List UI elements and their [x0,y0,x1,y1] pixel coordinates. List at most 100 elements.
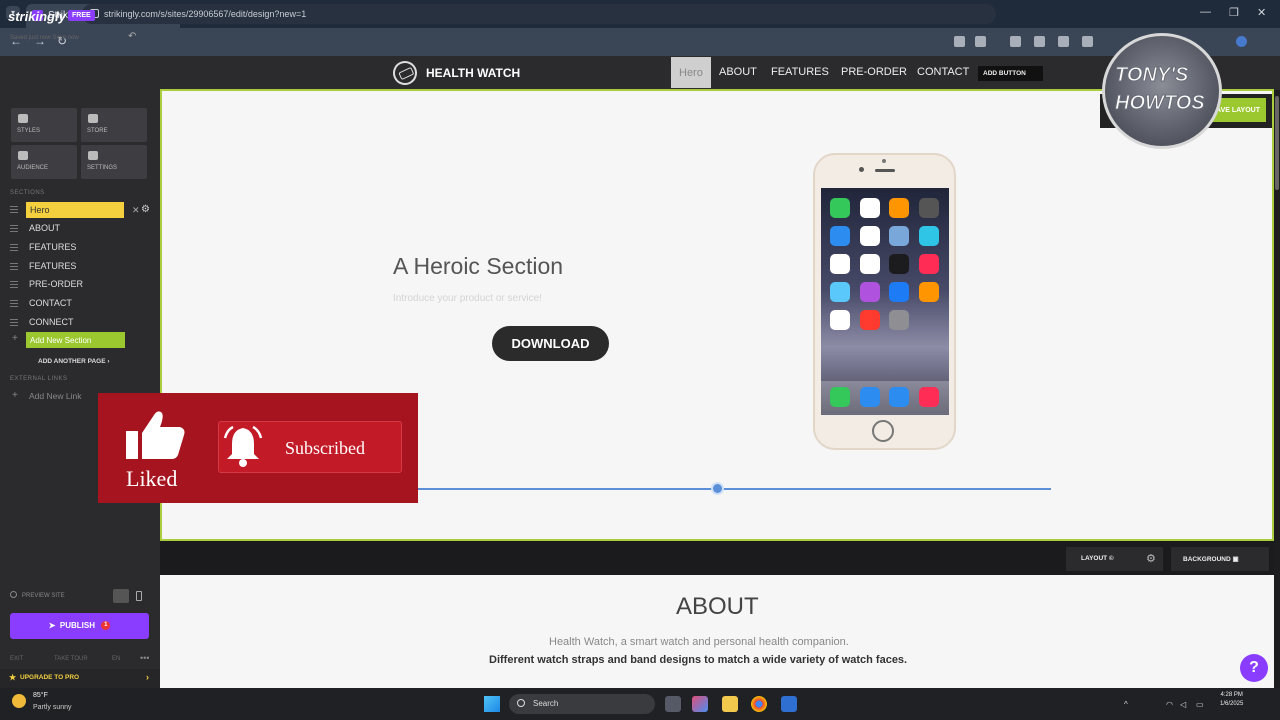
task-view-icon[interactable] [665,696,681,712]
drag-handle-icon[interactable] [10,319,18,326]
upgrade-to-pro-button[interactable]: ★ UPGRADE TO PRO › [0,669,160,688]
collapse-sidebar-icon[interactable]: ‹ [148,10,151,21]
volume-icon[interactable]: ◁ [1180,700,1186,709]
url-text: strikingly.com/s/sites/29906567/edit/des… [104,9,307,19]
clock-app-icon [859,226,880,246]
close-window-icon[interactable]: ✕ [1257,6,1266,19]
address-bar[interactable]: strikingly.com/s/sites/29906567/edit/des… [82,4,996,24]
exit-link[interactable]: EXIT [10,656,23,662]
extension-diamond-icon[interactable] [1082,36,1093,47]
publish-button[interactable]: ➤ PUBLISH 1 [10,613,149,639]
add-page-label: ADD ANOTHER PAGE [38,358,106,365]
calendar-app-icon [859,198,880,218]
tray-chevron-icon[interactable]: ^ [1124,700,1128,709]
external-links-label: EXTERNAL LINKS [10,376,68,382]
add-new-link-button[interactable]: Add New Link [29,391,81,401]
drag-handle-icon[interactable] [10,300,18,307]
section-item-features[interactable]: FEATURES [10,240,150,256]
desktop-view-icon[interactable] [113,589,129,603]
settings-tile[interactable]: SETTINGS [81,145,147,179]
hero-height-slider-track[interactable] [418,488,1051,490]
strikingly-logo: strikingly [8,9,66,24]
file-explorer-icon[interactable] [722,696,738,712]
hero-title[interactable]: A Heroic Section [393,253,563,280]
section-item-pre-order[interactable]: PRE-ORDER [10,277,150,293]
drag-handle-icon[interactable] [10,281,18,288]
about-description[interactable]: Health Watch, a smart watch and personal… [549,636,849,648]
profile-avatar[interactable] [1236,36,1247,47]
section-settings-icon[interactable]: ⚙ [141,204,150,215]
download-button[interactable]: DOWNLOAD [492,326,609,361]
search-label: Search [533,699,559,708]
battery-icon[interactable]: ▭ [1196,700,1204,709]
section-item-features-2[interactable]: FEATURES [10,259,150,275]
maximize-icon[interactable]: ❐ [1229,6,1239,19]
weather-icon[interactable] [12,694,26,708]
add-nav-button[interactable]: ADD BUTTON [978,66,1043,81]
nav-link-hero[interactable]: Hero [671,57,711,88]
nav-link-about[interactable]: ABOUT [719,66,757,78]
section-item-contact[interactable]: CONTACT [10,296,150,312]
styles-tile[interactable]: STYLES [11,108,77,142]
clock-date: 1/6/2025 [1220,701,1244,707]
subscribed-label: Subscribed [285,438,365,458]
background-button[interactable]: BACKGROUND ▣ [1171,547,1269,571]
bell-icon [223,425,263,467]
hero-height-slider-handle[interactable] [711,482,724,495]
layout-settings-icon[interactable]: ⚙ [1146,552,1156,565]
nav-link-features[interactable]: FEATURES [771,66,829,78]
newsstand-app-icon [830,282,850,302]
help-button[interactable]: ? [1240,654,1268,682]
extension-shield-icon[interactable] [1010,36,1021,47]
minimize-icon[interactable]: — [1200,6,1211,18]
take-tour-link[interactable]: TAKE TOUR [54,656,88,662]
eye-off-icon[interactable] [954,36,965,47]
nav-link-contact[interactable]: CONTACT [917,66,969,78]
save-status[interactable]: Saved just now Save now [10,35,79,41]
extension-dot-icon[interactable] [1034,36,1045,47]
site-brand-name[interactable]: HEALTH WATCH [426,66,520,80]
weather-temperature[interactable]: 85°F [33,692,48,699]
drag-handle-icon[interactable] [10,206,18,213]
section-item-hero[interactable]: Hero [10,202,150,218]
add-new-section-button[interactable]: Add New Section [26,332,125,348]
taskbar-search[interactable]: Search [509,694,655,714]
section-item-connect[interactable]: CONNECT [10,315,150,331]
language-link[interactable]: EN [112,656,120,662]
upgrade-label: UPGRADE TO PRO [20,674,80,681]
more-icon[interactable]: ••• [140,653,149,663]
background-label: BACKGROUND [1183,556,1231,563]
bookmark-star-icon[interactable] [975,36,986,47]
edge-icon[interactable] [781,696,797,712]
drag-handle-icon[interactable] [10,244,18,251]
wifi-icon[interactable]: ◠ [1166,700,1173,709]
phone-sensor [882,159,886,163]
phone-speaker [875,169,895,172]
publish-label: PUBLISH [59,621,96,630]
drag-handle-icon[interactable] [10,225,18,232]
drag-handle-icon[interactable] [10,263,18,270]
chevron-right-icon: › [146,672,149,682]
section-item-about[interactable]: ABOUT [10,221,150,237]
preview-site-link[interactable]: PREVIEW SITE [22,593,65,599]
hero-subtitle[interactable]: Introduce your product or service! [393,293,542,304]
store-tile[interactable]: STORE [81,108,147,142]
taskbar-clock[interactable]: 4:28 PM 1/6/2025 [1220,692,1243,710]
section-label: ABOUT [29,223,61,233]
copilot-icon[interactable] [692,696,708,712]
scrollbar-thumb[interactable] [1275,96,1279,190]
extension-grid-icon[interactable] [1058,36,1069,47]
chrome-icon[interactable] [751,696,767,712]
nav-link-pre-order[interactable]: PRE-ORDER [841,66,907,78]
about-section[interactable] [160,575,1274,688]
windows-start-icon[interactable] [484,696,500,712]
about-title[interactable]: ABOUT [676,593,759,621]
mobile-view-icon[interactable] [136,591,142,601]
weather-description[interactable]: Partly sunny [33,704,72,711]
add-another-page-button[interactable]: ADD ANOTHER PAGE › [38,358,110,365]
audience-tile[interactable]: AUDIENCE [11,145,77,179]
undo-icon[interactable]: ↶ [128,31,136,42]
delete-section-icon[interactable]: ✕ [132,205,140,216]
ibooks-app-icon [918,282,939,302]
about-subdescription[interactable]: Different watch straps and band designs … [489,654,907,666]
